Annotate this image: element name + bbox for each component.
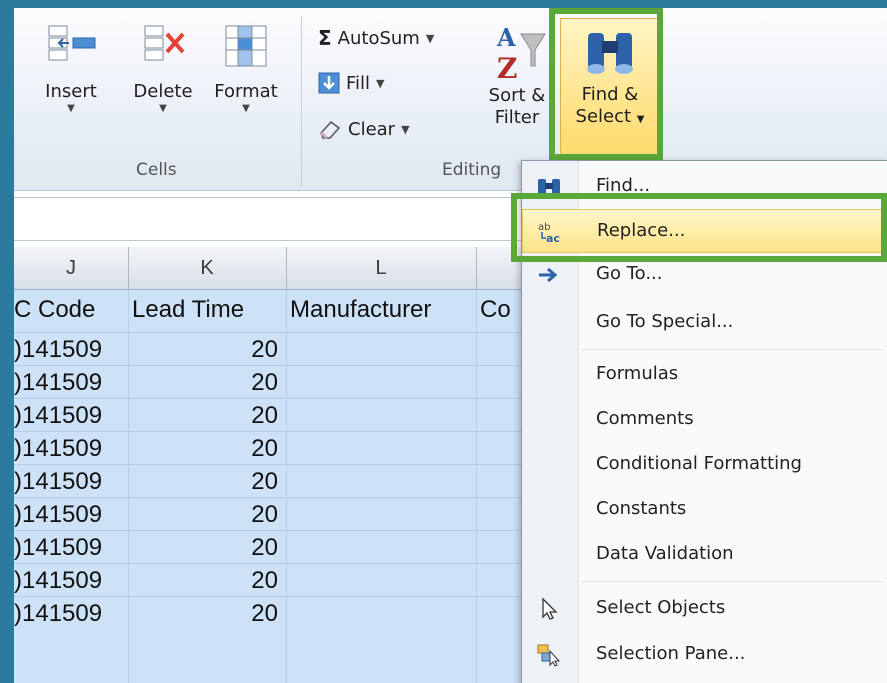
menu-item-goto-special[interactable]: Go To Special... <box>522 301 887 345</box>
menu-separator <box>582 581 882 582</box>
chevron-down-icon: ▼ <box>401 122 410 136</box>
format-label: Format <box>214 81 278 102</box>
cell-code[interactable]: )141509 <box>14 501 102 529</box>
svg-text:Z: Z <box>497 52 517 85</box>
fill-down-icon <box>318 72 340 94</box>
cell-code[interactable]: )141509 <box>14 534 102 562</box>
cell-lead-time[interactable]: 20 <box>128 501 278 529</box>
menu-separator <box>582 349 882 350</box>
autosum-button[interactable]: Σ AutoSum ▼ <box>318 26 434 50</box>
format-button[interactable]: Format ▼ <box>206 20 286 115</box>
delete-label: Delete <box>133 81 193 102</box>
insert-label: Insert <box>45 81 97 102</box>
delete-cells-icon <box>144 25 185 61</box>
menu-item-formulas[interactable]: Formulas <box>522 353 887 397</box>
menu-label-conditional-formatting: Conditional Formatting <box>596 453 802 474</box>
window-border-left <box>0 0 14 683</box>
menu-item-constants[interactable]: Constants <box>522 488 887 532</box>
chevron-down-icon: ▼ <box>67 103 75 114</box>
window-border-top <box>0 0 887 8</box>
menu-label-select-objects: Select Objects <box>596 597 726 618</box>
menu-label-selection-pane: Selection Pane... <box>596 643 746 664</box>
selection-pane-icon <box>537 644 561 667</box>
header-co[interactable]: Co <box>480 296 511 324</box>
cell-lead-time[interactable]: 20 <box>128 336 278 364</box>
cell-lead-time[interactable]: 20 <box>128 435 278 463</box>
sort-filter-button[interactable]: A Z Sort & Filter <box>476 20 558 129</box>
cell-lead-time[interactable]: 20 <box>128 402 278 430</box>
delete-button[interactable]: Delete ▼ <box>122 20 204 115</box>
cell-lead-time[interactable]: 20 <box>128 600 278 628</box>
editing-group-label: Editing <box>442 160 502 180</box>
group-separator <box>301 16 302 186</box>
menu-item-comments[interactable]: Comments <box>522 398 887 442</box>
cells-group-label: Cells <box>136 160 177 180</box>
menu-label-data-validation: Data Validation <box>596 543 734 564</box>
sigma-icon: Σ <box>318 26 332 50</box>
format-cells-icon <box>225 25 267 67</box>
chevron-down-icon: ▼ <box>242 103 250 114</box>
column-header-k[interactable]: K <box>128 247 287 289</box>
chevron-down-icon: ▼ <box>425 31 435 45</box>
chevron-down-icon: ▼ <box>159 103 167 114</box>
menu-label-goto-special: Go To Special... <box>596 311 734 332</box>
menu-label-constants: Constants <box>596 498 687 519</box>
chevron-down-icon: ▼ <box>376 76 385 90</box>
header-lead-time[interactable]: Lead Time <box>132 296 244 324</box>
menu-item-data-validation[interactable]: Data Validation <box>522 533 887 577</box>
menu-item-conditional-formatting[interactable]: Conditional Formatting <box>522 443 887 487</box>
replace-highlight <box>511 193 887 262</box>
fill-button[interactable]: Fill ▼ <box>318 72 385 94</box>
column-header-l[interactable]: L <box>286 247 477 289</box>
menu-label-formulas: Formulas <box>596 363 679 384</box>
sort-filter-icon: A Z <box>496 23 546 85</box>
autosum-label: AutoSum <box>337 27 420 49</box>
sort-label: Sort & <box>488 85 546 106</box>
filter-label: Filter <box>494 107 540 128</box>
menu-label-comments: Comments <box>596 408 694 429</box>
find-select-highlight <box>549 8 663 160</box>
cell-code[interactable]: )141509 <box>14 600 102 628</box>
cell-lead-time[interactable]: 20 <box>128 468 278 496</box>
clear-label: Clear <box>348 118 396 140</box>
menu-item-select-objects[interactable]: Select Objects <box>522 587 887 631</box>
header-c-code[interactable]: C Code <box>14 296 95 324</box>
arrow-right-icon <box>539 267 558 283</box>
cell-code[interactable]: )141509 <box>14 567 102 595</box>
cell-lead-time[interactable]: 20 <box>128 567 278 595</box>
eraser-icon <box>320 120 341 140</box>
cell-code[interactable]: )141509 <box>14 435 102 463</box>
insert-cells-icon <box>48 25 96 61</box>
column-header-j[interactable]: J <box>14 247 129 289</box>
menu-label-goto: Go To... <box>596 263 663 284</box>
cell-code[interactable]: )141509 <box>14 336 102 364</box>
cell-code[interactable]: )141509 <box>14 402 102 430</box>
cell-code[interactable]: )141509 <box>14 468 102 496</box>
excel-window: Insert ▼ Delete ▼ Format ▼ Cells Σ AutoS… <box>0 0 887 683</box>
svg-text:A: A <box>496 23 516 52</box>
pointer-arrow-icon <box>542 597 558 620</box>
menu-item-selection-pane[interactable]: Selection Pane... <box>522 633 887 677</box>
cell-lead-time[interactable]: 20 <box>128 534 278 562</box>
cell-lead-time[interactable]: 20 <box>128 369 278 397</box>
clear-button[interactable]: Clear ▼ <box>318 118 410 140</box>
insert-button[interactable]: Insert ▼ <box>36 20 106 115</box>
header-manufacturer[interactable]: Manufacturer <box>290 296 431 324</box>
fill-label: Fill <box>346 72 371 94</box>
cell-code[interactable]: )141509 <box>14 369 102 397</box>
